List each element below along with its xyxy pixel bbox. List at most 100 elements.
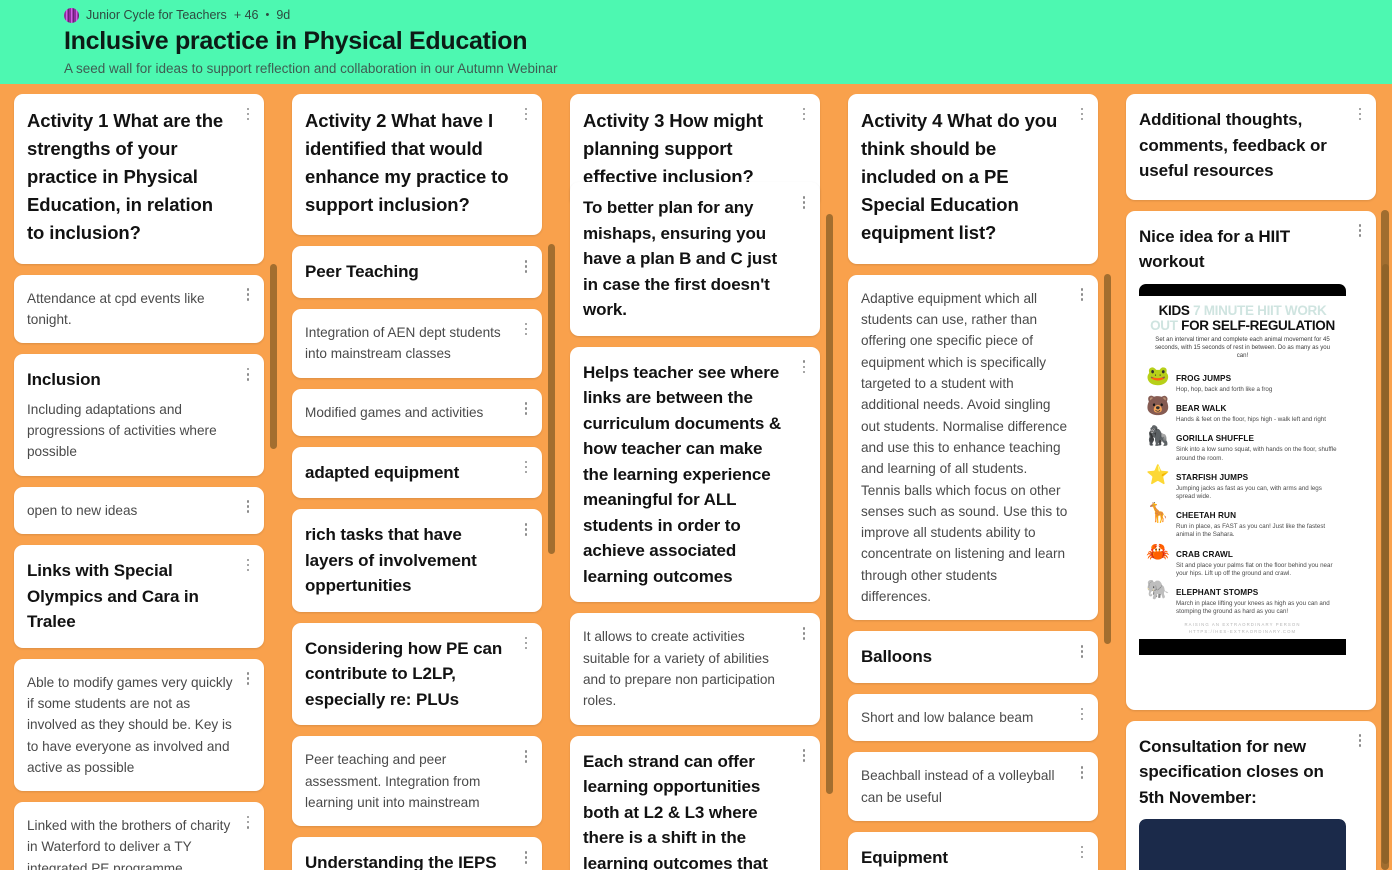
kebab-menu-icon[interactable] — [519, 747, 533, 765]
kebab-menu-icon[interactable] — [1075, 705, 1089, 723]
hiit-exercise-name: STARFISH JUMPS — [1176, 472, 1249, 482]
card-title: Helps teacher see where links are betwee… — [583, 362, 782, 586]
sticky-note-card[interactable]: Adaptive equipment which all students ca… — [848, 274, 1098, 621]
sticky-note-card[interactable]: Beachball instead of a volleyball can be… — [848, 752, 1098, 821]
hiit-exercise-list: 🐸 FROG JUMPS Hop, hop, back and forth like… — [1139, 365, 1346, 616]
column-scroll-area[interactable]: Additional thoughts, comments, feedback … — [1126, 94, 1376, 870]
kebab-menu-icon[interactable] — [241, 498, 255, 516]
sticky-note-card[interactable]: Attendance at cpd events like tonight. — [14, 274, 264, 344]
kebab-menu-icon[interactable] — [519, 634, 533, 652]
kebab-menu-icon[interactable] — [241, 286, 255, 304]
kebab-menu-icon[interactable] — [519, 848, 533, 866]
kebab-menu-icon[interactable] — [797, 358, 811, 376]
board-column-2: Activity 2 What have I identified that w… — [278, 94, 556, 870]
sticky-note-card[interactable]: Peer Teaching — [292, 246, 542, 298]
column-scrollbar-thumb[interactable] — [548, 244, 555, 554]
sticky-note-card[interactable]: To better plan for any mishaps, ensuring… — [570, 182, 820, 336]
kebab-menu-icon[interactable] — [241, 813, 255, 831]
page-title: Inclusive practice in Physical Education — [64, 27, 528, 55]
board-meta: Junior Cycle for Teachers + 46 • 9d — [64, 5, 1392, 25]
sticky-note-card[interactable]: Each strand can offer learning opportuni… — [570, 735, 820, 870]
kebab-menu-icon[interactable] — [241, 365, 255, 383]
poster-top-bar — [1139, 283, 1346, 296]
column-scroll-area[interactable]: Activity 4 What do you think should be i… — [848, 94, 1098, 870]
sticky-note-card[interactable]: Inclusion Including adaptations and progr… — [14, 354, 264, 476]
sticky-note-card[interactable]: Balloons — [848, 631, 1098, 683]
hiit-exercise-row: 🐘 ELEPHANT STOMPS March in place lifting y… — [1145, 581, 1340, 616]
hiit-exercise-name: BEAR WALK — [1176, 404, 1227, 414]
hiit-exercise-row: 🦀 CRAB CRAWL Sit and place your palms flat… — [1145, 543, 1340, 578]
kebab-menu-icon[interactable] — [241, 556, 255, 574]
frog-icon: 🐸 — [1146, 366, 1170, 387]
kebab-menu-icon[interactable] — [519, 105, 533, 123]
hiit-exercise-name: GORILLA SHUFFLE — [1176, 434, 1255, 444]
sticky-note-card[interactable]: Peer teaching and peer assessment. Integ… — [292, 736, 542, 827]
sticky-note-card[interactable]: Short and low balance beam — [848, 693, 1098, 742]
column-heading-card[interactable]: Activity 1 What are the strengths of you… — [14, 94, 264, 264]
kebab-menu-icon[interactable] — [519, 320, 533, 338]
kebab-menu-icon[interactable] — [519, 520, 533, 538]
card-body: Short and low balance beam — [861, 709, 1034, 725]
kebab-menu-icon[interactable] — [241, 105, 255, 123]
hiit-exercise-row: 🐸 FROG JUMPS Hop, hop, back and forth like… — [1145, 367, 1340, 394]
column-heading-card[interactable]: Additional thoughts, comments, feedback … — [1126, 94, 1376, 200]
page-scrollbar-thumb[interactable] — [1381, 210, 1389, 870]
kebab-menu-icon[interactable] — [519, 400, 533, 418]
sticky-note-card[interactable]: Understanding the IEPS — [292, 837, 542, 870]
kebab-menu-icon[interactable] — [519, 458, 533, 476]
card-body: It allows to create activities suitable … — [583, 629, 775, 709]
column-scrollbar-thumb[interactable] — [270, 264, 277, 449]
kebab-menu-icon[interactable] — [1075, 105, 1089, 123]
sticky-note-card[interactable]: rich tasks that have layers of involveme… — [292, 509, 542, 612]
kebab-menu-icon[interactable] — [797, 193, 811, 211]
kebab-menu-icon[interactable] — [1075, 286, 1089, 304]
column-scroll-area[interactable]: Activity 2 What have I identified that w… — [292, 94, 542, 870]
meta-separator: • — [265, 9, 270, 21]
member-count: + 46 — [233, 8, 259, 22]
kebab-menu-icon[interactable] — [519, 257, 533, 275]
sticky-note-card[interactable]: Helps teacher see where links are betwee… — [570, 346, 820, 603]
card-body: Beachball instead of a volleyball can be… — [861, 768, 1055, 805]
sticky-note-card[interactable]: Links with Special Olympics and Cara in … — [14, 545, 264, 648]
kebab-menu-icon[interactable] — [797, 747, 811, 765]
crab-icon: 🦀 — [1146, 541, 1170, 563]
column-scroll-area[interactable]: Activity 1 What are the strengths of you… — [14, 94, 264, 870]
sticky-note-card[interactable]: Modified games and activities — [292, 388, 542, 436]
kebab-menu-icon[interactable] — [797, 105, 811, 123]
column-scrollbar-thumb[interactable] — [1104, 274, 1111, 644]
hiit-credit: RAISING AN EXTRAORDINARY PERSON HTTPS://H… — [1184, 622, 1301, 634]
card-title: Inclusion — [27, 370, 101, 390]
card-title: Considering how PE can contribute to L2L… — [305, 638, 503, 709]
sticky-note-card[interactable]: Consultation for new specification close… — [1126, 720, 1376, 870]
sticky-note-card[interactable]: It allows to create activities suitable … — [570, 613, 820, 725]
sticky-note-card[interactable]: Linked with the brothers of charity in W… — [14, 802, 264, 870]
column-scrollbar-thumb[interactable] — [826, 214, 833, 794]
consultation-navy-image[interactable] — [1139, 819, 1346, 870]
page-scrollbar[interactable] — [1381, 84, 1389, 870]
column-heading-text: Activity 4 What do you think should be i… — [861, 110, 1058, 244]
sticky-note-card[interactable]: adapted equipment — [292, 446, 542, 499]
column-scroll-area[interactable]: Activity 3 How might planning support ef… — [570, 94, 820, 870]
column-heading-card[interactable]: Activity 2 What have I identified that w… — [292, 94, 542, 236]
kebab-menu-icon[interactable] — [797, 624, 811, 642]
sticky-note-card[interactable]: Integration of AEN dept students into ma… — [292, 308, 542, 378]
kebab-menu-icon[interactable] — [241, 670, 255, 688]
kebab-menu-icon[interactable] — [1353, 732, 1367, 750]
column-heading-card[interactable]: Activity 4 What do you think should be i… — [848, 94, 1098, 264]
kebab-menu-icon[interactable] — [1075, 642, 1089, 660]
kebab-menu-icon[interactable] — [1075, 843, 1089, 861]
kebab-menu-icon[interactable] — [1075, 763, 1089, 781]
sticky-note-card[interactable]: open to new ideas — [14, 486, 264, 535]
sticky-note-card[interactable]: Able to modify games very quickly if som… — [14, 658, 264, 792]
kebab-menu-icon[interactable] — [1353, 222, 1367, 240]
sticky-note-card[interactable]: Considering how PE can contribute to L2L… — [292, 622, 542, 726]
hiit-poster-image[interactable]: KIDS 7 MINUTE HIIT WORK OUT FOR SELF-REG… — [1139, 283, 1346, 697]
card-title: Links with Special Olympics and Cara in … — [27, 561, 199, 632]
kebab-menu-icon[interactable] — [1353, 105, 1367, 123]
board-column-3: Activity 3 How might planning support ef… — [556, 94, 834, 870]
sticky-note-card[interactable]: EquipmentBalloons Gym ball — [848, 831, 1098, 870]
card-title: Equipment — [861, 847, 948, 867]
card-body: Peer teaching and peer assessment. Integ… — [305, 752, 481, 811]
gorilla-icon: 🦍 — [1146, 426, 1170, 448]
sticky-note-card[interactable]: Nice idea for a HIIT workout KIDS 7 MINUT… — [1126, 210, 1376, 710]
